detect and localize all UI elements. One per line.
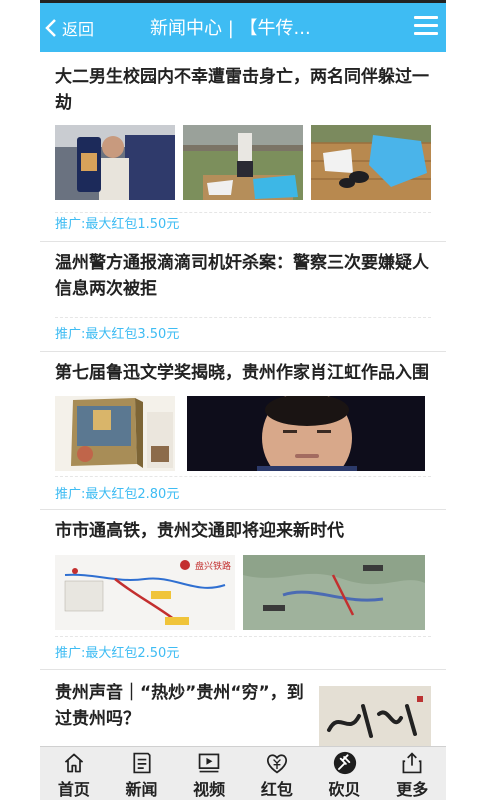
home-icon: [64, 753, 83, 773]
news-thumbnail: [311, 125, 431, 200]
promo-label: 推广:最大红包2.50元: [55, 646, 180, 661]
back-label: 返回: [62, 20, 95, 39]
news-headline: 市市通高铁，贵州交通即将迎来新时代: [55, 521, 344, 541]
chevron-left-icon: [45, 19, 56, 37]
page-title: 新闻中心 | 【牛传...: [150, 18, 311, 39]
news-thumbnail: [319, 686, 431, 746]
news-item[interactable]: 贵州声音｜“热炒”贵州“穷”，到 过贵州吗？: [40, 670, 446, 746]
news-headline: 温州警方通报滴滴司机奸杀案：警察三次要嫌疑人 信息两次被拒: [55, 253, 429, 299]
divider: [55, 636, 431, 637]
tab-more[interactable]: 更多: [378, 747, 446, 800]
news-headline: 第七届鲁迅文学奖揭晓，贵州作家肖江虹作品入围: [55, 363, 429, 383]
news-item[interactable]: 市市通高铁，贵州交通即将迎来新时代 盘兴铁路 推广:最大红包2.50元: [40, 510, 446, 670]
promo-label: 推广:最大红包3.50元: [55, 327, 180, 342]
news-item[interactable]: 温州警方通报滴滴司机奸杀案：警察三次要嫌疑人 信息两次被拒 推广:最大红包3.5…: [40, 242, 446, 352]
share-icon: [402, 752, 422, 774]
divider: [55, 317, 431, 318]
bottom-tab-bar: 首页 新闻 视频 红包 砍贝 更多: [40, 746, 446, 800]
tab-redpacket[interactable]: 红包: [243, 747, 311, 800]
tab-auction[interactable]: 砍贝: [311, 747, 379, 800]
video-icon: [198, 753, 220, 773]
map-label-text: 盘兴铁路: [195, 560, 231, 572]
promo-label: 推广:最大红包1.50元: [55, 217, 180, 232]
back-button[interactable]: 返回: [44, 13, 94, 43]
news-headline: 贵州声音｜“热炒”贵州“穷”，到 过贵州吗？: [55, 683, 304, 729]
news-thumbnail: 盘兴铁路: [55, 555, 235, 630]
left-margin: [0, 0, 40, 800]
hamburger-menu-icon[interactable]: [414, 16, 438, 38]
news-item[interactable]: 大二男生校园内不幸遭雷击身亡，两名同伴躲过一 劫 推广:最大红包1.50元: [40, 52, 446, 242]
news-thumbnail: [55, 396, 175, 471]
tab-news[interactable]: 新闻: [108, 747, 176, 800]
top-bar: 返回 新闻中心 | 【牛传...: [40, 0, 446, 52]
auction-icon: [333, 751, 356, 775]
redpacket-icon: [266, 754, 287, 774]
divider: [55, 476, 431, 477]
news-headline: 大二男生校园内不幸遭雷击身亡，两名同伴躲过一 劫: [55, 67, 429, 113]
right-margin: [446, 0, 480, 800]
promo-label: 推广:最大红包2.80元: [55, 487, 180, 502]
app-screen: 返回 新闻中心 | 【牛传... 大二男生校园内不幸遭雷击身亡，两名同伴躲过一 …: [40, 0, 446, 800]
news-thumbnail: [243, 555, 425, 630]
tab-video[interactable]: 视频: [175, 747, 243, 800]
news-icon: [132, 752, 151, 774]
news-thumbnail: [183, 125, 303, 200]
news-thumbnail: [55, 125, 175, 200]
news-thumbnail: [187, 396, 425, 471]
news-feed[interactable]: 大二男生校园内不幸遭雷击身亡，两名同伴躲过一 劫 推广:最大红包1.50元 温州…: [40, 52, 446, 746]
news-item[interactable]: 第七届鲁迅文学奖揭晓，贵州作家肖江虹作品入围 推广:最大红包2.80元: [40, 352, 446, 510]
tab-home[interactable]: 首页: [40, 747, 108, 800]
